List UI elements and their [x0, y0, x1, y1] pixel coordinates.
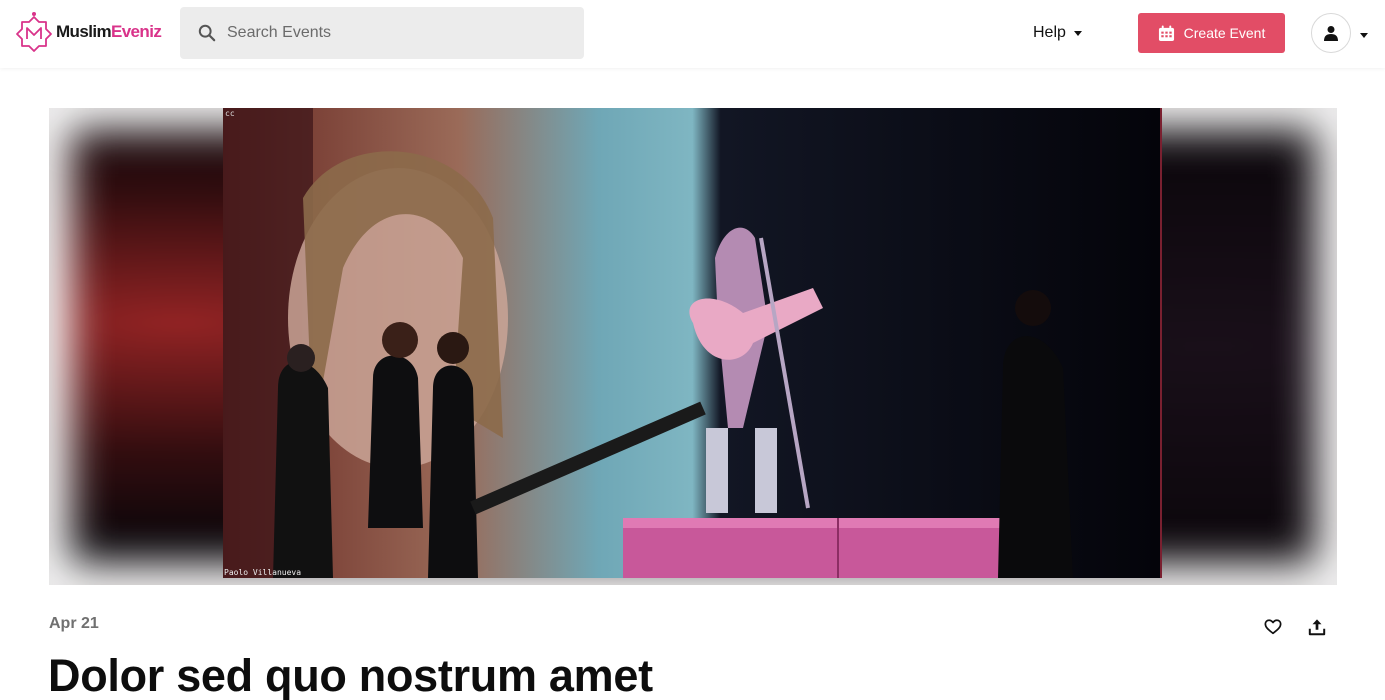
share-button[interactable] [1305, 615, 1329, 639]
like-button[interactable] [1261, 615, 1285, 639]
create-event-label: Create Event [1183, 25, 1266, 41]
help-dropdown[interactable]: Help [1033, 22, 1082, 44]
calendar-icon [1158, 24, 1174, 41]
brand-logo[interactable]: MuslimEveniz [15, 11, 162, 53]
user-avatar-button[interactable] [1311, 13, 1351, 53]
user-icon [1324, 26, 1338, 41]
event-date: Apr 21 [49, 615, 99, 632]
event-cover-image: cc Paolo Villanueva [49, 108, 1337, 585]
brand-name: MuslimEveniz [56, 22, 162, 41]
concert-photo: cc Paolo Villanueva [223, 108, 1162, 578]
event-title: Dolor sed quo nostrum amet [48, 650, 653, 700]
photo-cc-mark: cc [225, 109, 235, 118]
share-upload-icon [1308, 619, 1326, 636]
photo-credit: Paolo Villanueva [224, 568, 302, 577]
search-icon [198, 24, 216, 42]
create-event-button[interactable]: Create Event [1138, 13, 1285, 53]
chevron-down-icon[interactable] [1360, 33, 1368, 38]
concert-photo-illustration [223, 108, 1160, 578]
top-navigation-bar: MuslimEveniz Help Create Event [0, 0, 1385, 68]
search-bar[interactable] [180, 7, 584, 59]
heart-icon [1264, 619, 1282, 635]
chevron-down-icon [1073, 30, 1082, 36]
search-input[interactable] [227, 24, 557, 42]
help-label: Help [1033, 24, 1066, 41]
muslimeveniz-logo-icon [16, 12, 52, 52]
